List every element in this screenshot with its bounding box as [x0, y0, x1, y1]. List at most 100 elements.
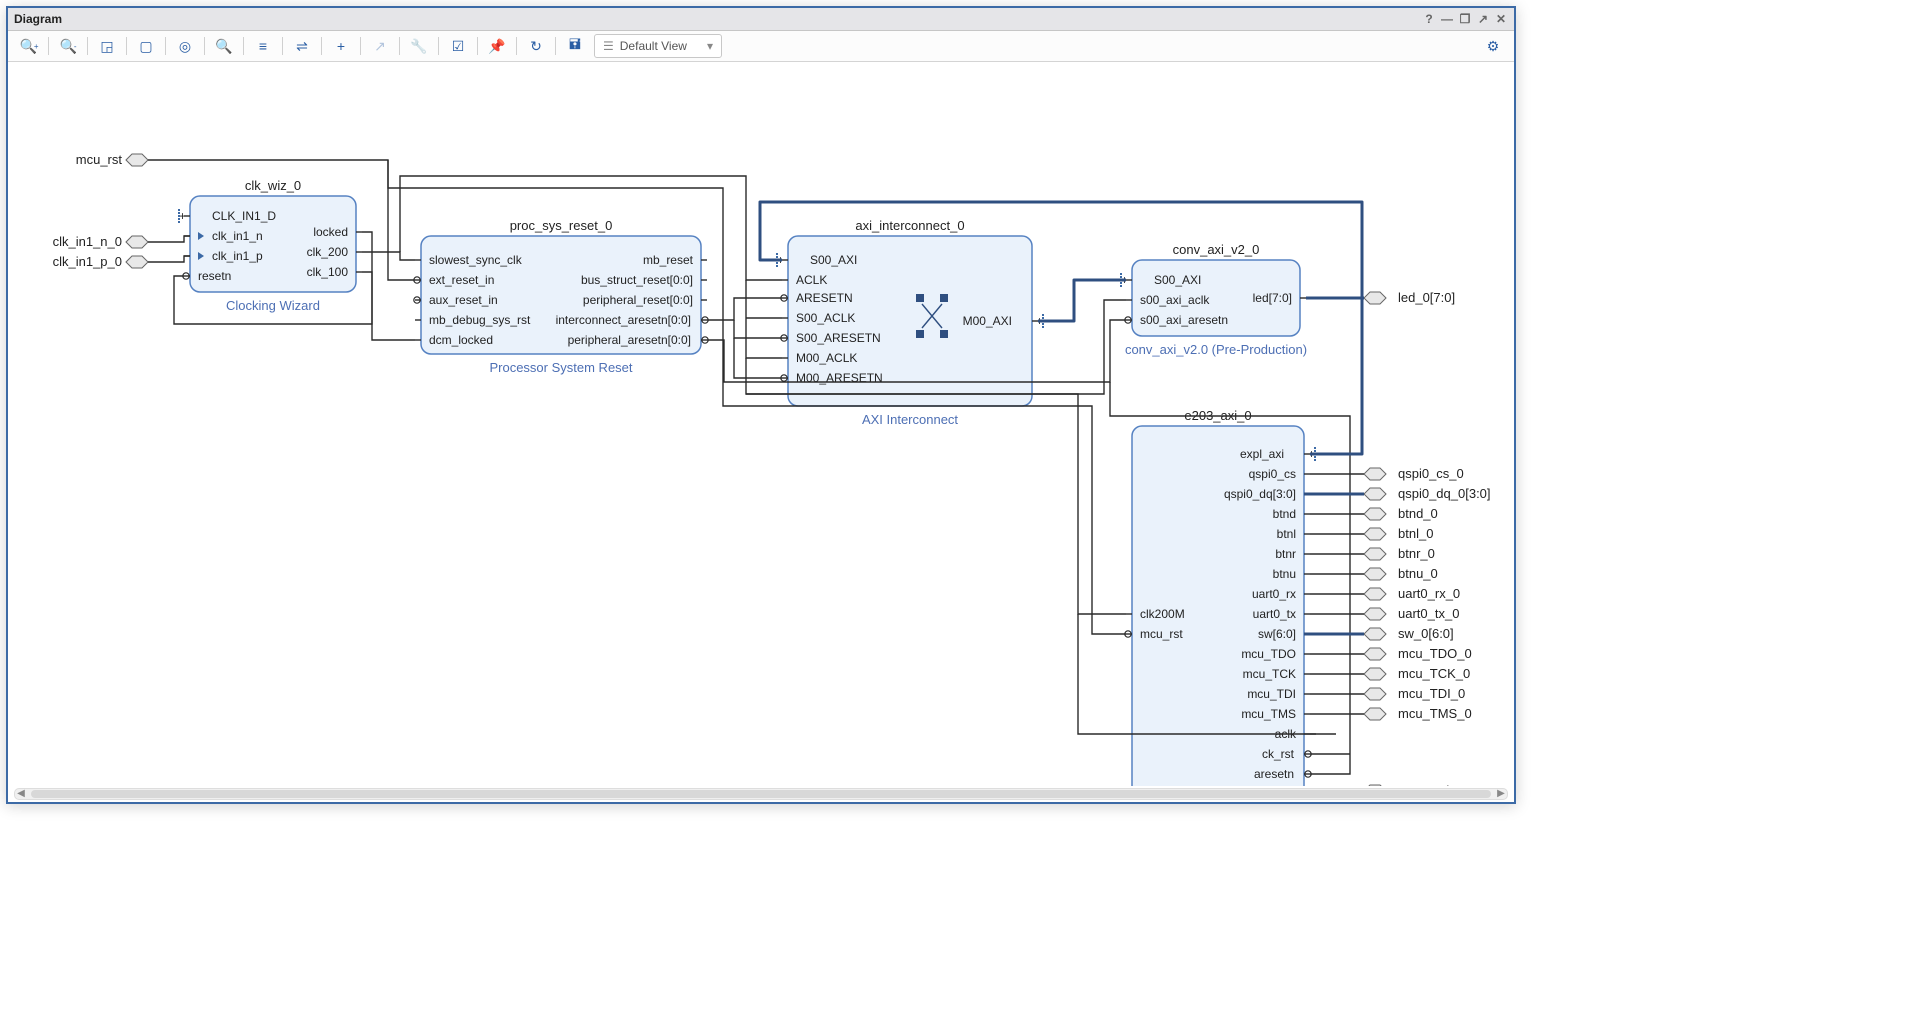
svg-text:btnd: btnd	[1273, 507, 1296, 521]
help-icon[interactable]: ?	[1422, 12, 1436, 26]
svg-text:clk_in1_n: clk_in1_n	[212, 229, 263, 243]
svg-text:mcu_TDO: mcu_TDO	[1241, 647, 1296, 661]
svg-text:clk_in1_p_0: clk_in1_p_0	[53, 254, 122, 269]
titlebar[interactable]: Diagram ? — ❐ ↗ ✕	[8, 8, 1514, 31]
collapse-icon[interactable]: ≡	[251, 34, 275, 58]
close-icon[interactable]: ✕	[1494, 12, 1508, 26]
minimize-icon[interactable]: —	[1440, 12, 1454, 26]
svg-text:btnu_0: btnu_0	[1398, 566, 1438, 581]
svg-text:mb_reset: mb_reset	[643, 253, 694, 267]
svg-text:qspi0_dq[3:0]: qspi0_dq[3:0]	[1224, 487, 1296, 501]
svg-text:uart0_rx: uart0_rx	[1252, 587, 1296, 601]
add-icon[interactable]: +	[329, 34, 353, 58]
search-icon[interactable]: 🔍	[212, 34, 236, 58]
svg-text:ACLK: ACLK	[796, 273, 827, 287]
svg-text:qspi0_cs_0: qspi0_cs_0	[1398, 466, 1464, 481]
svg-text:led[7:0]: led[7:0]	[1253, 291, 1292, 305]
svg-text:S00_ACLK: S00_ACLK	[796, 311, 855, 325]
svg-text:mcu_rst: mcu_rst	[76, 152, 123, 167]
psr-title: proc_sys_reset_0	[510, 218, 613, 233]
svg-text:M00_AXI: M00_AXI	[963, 314, 1012, 328]
svg-text:resetn: resetn	[198, 269, 231, 283]
svg-text:clk_100: clk_100	[307, 265, 349, 279]
maximize-icon[interactable]: ↗	[1476, 12, 1490, 26]
chevron-down-icon: ▾	[687, 39, 713, 53]
zoom-out-icon[interactable]: 🔍-	[56, 34, 80, 58]
wrench-icon: 🔧	[407, 34, 431, 58]
svg-text:sw_0[6:0]: sw_0[6:0]	[1398, 626, 1454, 641]
svg-text:mb_debug_sys_rst: mb_debug_sys_rst	[429, 313, 531, 327]
align-icon[interactable]: ⇌	[290, 34, 314, 58]
svg-text:peripheral_aresetn[0:0]: peripheral_aresetn[0:0]	[568, 333, 691, 347]
svg-text:S00_AXI: S00_AXI	[810, 253, 857, 267]
svg-text:clk_200: clk_200	[307, 245, 349, 259]
svg-text:qspi0_cs: qspi0_cs	[1249, 467, 1296, 481]
link-icon: ↗	[368, 34, 392, 58]
svg-text:ext_reset_in: ext_reset_in	[429, 273, 494, 287]
svg-text:Processor System Reset: Processor System Reset	[489, 360, 632, 375]
svg-text:AXI Interconnect: AXI Interconnect	[862, 412, 958, 427]
toolbar: 🔍+ 🔍- ◲ ▢ ◎ 🔍 ≡ ⇌ + ↗ 🔧 ☑ 📌 ↻ 🖬 ☰ Defaul…	[8, 31, 1514, 62]
svg-text:mcu_TDI: mcu_TDI	[1247, 687, 1296, 701]
view-select-label: Default View	[620, 39, 687, 53]
svg-text:aux_reset_in: aux_reset_in	[429, 293, 498, 307]
svg-text:mcu_rst: mcu_rst	[1140, 627, 1183, 641]
svg-text:bus_struct_reset[0:0]: bus_struct_reset[0:0]	[581, 273, 693, 287]
svg-text:M00_ACLK: M00_ACLK	[796, 351, 857, 365]
svg-text:btnr: btnr	[1275, 547, 1296, 561]
clk_wiz-title: clk_wiz_0	[245, 178, 301, 193]
svg-text:aresetn: aresetn	[1254, 767, 1294, 781]
svg-text:clk_in1_p: clk_in1_p	[212, 249, 263, 263]
view-select[interactable]: ☰ Default View ▾	[594, 34, 722, 58]
settings-icon[interactable]: ⚙	[1481, 34, 1505, 58]
svg-text:peripheral_reset[0:0]: peripheral_reset[0:0]	[583, 293, 693, 307]
diagram-window: Diagram ? — ❐ ↗ ✕ 🔍+ 🔍- ◲ ▢ ◎ 🔍 ≡ ⇌ + ↗ …	[6, 6, 1516, 804]
svg-text:btnr_0: btnr_0	[1398, 546, 1435, 561]
svg-text:s00_axi_aclk: s00_axi_aclk	[1140, 293, 1210, 307]
svg-text:qspi0_dq_0[3:0]: qspi0_dq_0[3:0]	[1398, 486, 1491, 501]
svg-text:uart0_rx_0: uart0_rx_0	[1398, 586, 1460, 601]
canvas[interactable]: clk_wiz_0CLK_IN1_D+clk_in1_nclk_in1_pres…	[14, 66, 1508, 788]
svg-text:mcu_TCK: mcu_TCK	[1243, 667, 1296, 681]
zoom-in-icon[interactable]: 🔍+	[17, 34, 41, 58]
svg-text:clk200M: clk200M	[1140, 607, 1185, 621]
validate-icon[interactable]: ☑	[446, 34, 470, 58]
svg-text:Clocking Wizard: Clocking Wizard	[226, 298, 320, 313]
svg-text:s00_axi_aresetn: s00_axi_aresetn	[1140, 313, 1228, 327]
refresh-icon[interactable]: ↻	[524, 34, 548, 58]
svg-text:slowest_sync_clk: slowest_sync_clk	[429, 253, 523, 267]
svg-text:btnl: btnl	[1277, 527, 1296, 541]
svg-text:btnl_0: btnl_0	[1398, 526, 1433, 541]
zoom-fit-icon[interactable]: ◲	[95, 34, 119, 58]
restore-icon[interactable]: ❐	[1458, 12, 1472, 26]
svg-text:CLK_IN1_D: CLK_IN1_D	[212, 209, 276, 223]
svg-text:clk_in1_n_0: clk_in1_n_0	[53, 234, 122, 249]
svg-text:interconnect_aresetn[0:0]: interconnect_aresetn[0:0]	[556, 313, 691, 327]
svg-text:expl_axi: expl_axi	[1240, 447, 1284, 461]
svg-text:mcu_TMS: mcu_TMS	[1241, 707, 1296, 721]
svg-text:led_0[7:0]: led_0[7:0]	[1398, 290, 1455, 305]
svg-text:mcu_wakeup_0: mcu_wakeup_0	[1398, 783, 1489, 786]
svg-text:dcm_locked: dcm_locked	[429, 333, 493, 347]
svg-text:mcu_TMS_0: mcu_TMS_0	[1398, 706, 1472, 721]
svg-text:S00_ARESETN: S00_ARESETN	[796, 331, 881, 345]
svg-text:S00_AXI: S00_AXI	[1154, 273, 1201, 287]
zoom-select-icon[interactable]: ▢	[134, 34, 158, 58]
horizontal-scrollbar[interactable]: ◀▶	[14, 788, 1508, 800]
svg-text:mcu_TDO_0: mcu_TDO_0	[1398, 646, 1472, 661]
svg-text:uart0_tx: uart0_tx	[1253, 607, 1296, 621]
save-icon[interactable]: 🖬	[563, 34, 587, 58]
svg-text:locked: locked	[313, 225, 348, 239]
svg-text:uart0_tx_0: uart0_tx_0	[1398, 606, 1459, 621]
svg-text:ARESETN: ARESETN	[796, 291, 853, 305]
svg-text:btnd_0: btnd_0	[1398, 506, 1438, 521]
svg-text:conv_axi_v2.0 (Pre-Production): conv_axi_v2.0 (Pre-Production)	[1125, 342, 1307, 357]
svg-text:mcu_TCK_0: mcu_TCK_0	[1398, 666, 1470, 681]
svg-text:btnu: btnu	[1273, 567, 1296, 581]
window-title: Diagram	[14, 12, 62, 26]
pin-icon[interactable]: 📌	[485, 34, 509, 58]
axi-title: axi_interconnect_0	[855, 218, 964, 233]
svg-text:sw[6:0]: sw[6:0]	[1258, 627, 1296, 641]
target-icon[interactable]: ◎	[173, 34, 197, 58]
svg-text:mcu_TDI_0: mcu_TDI_0	[1398, 686, 1465, 701]
